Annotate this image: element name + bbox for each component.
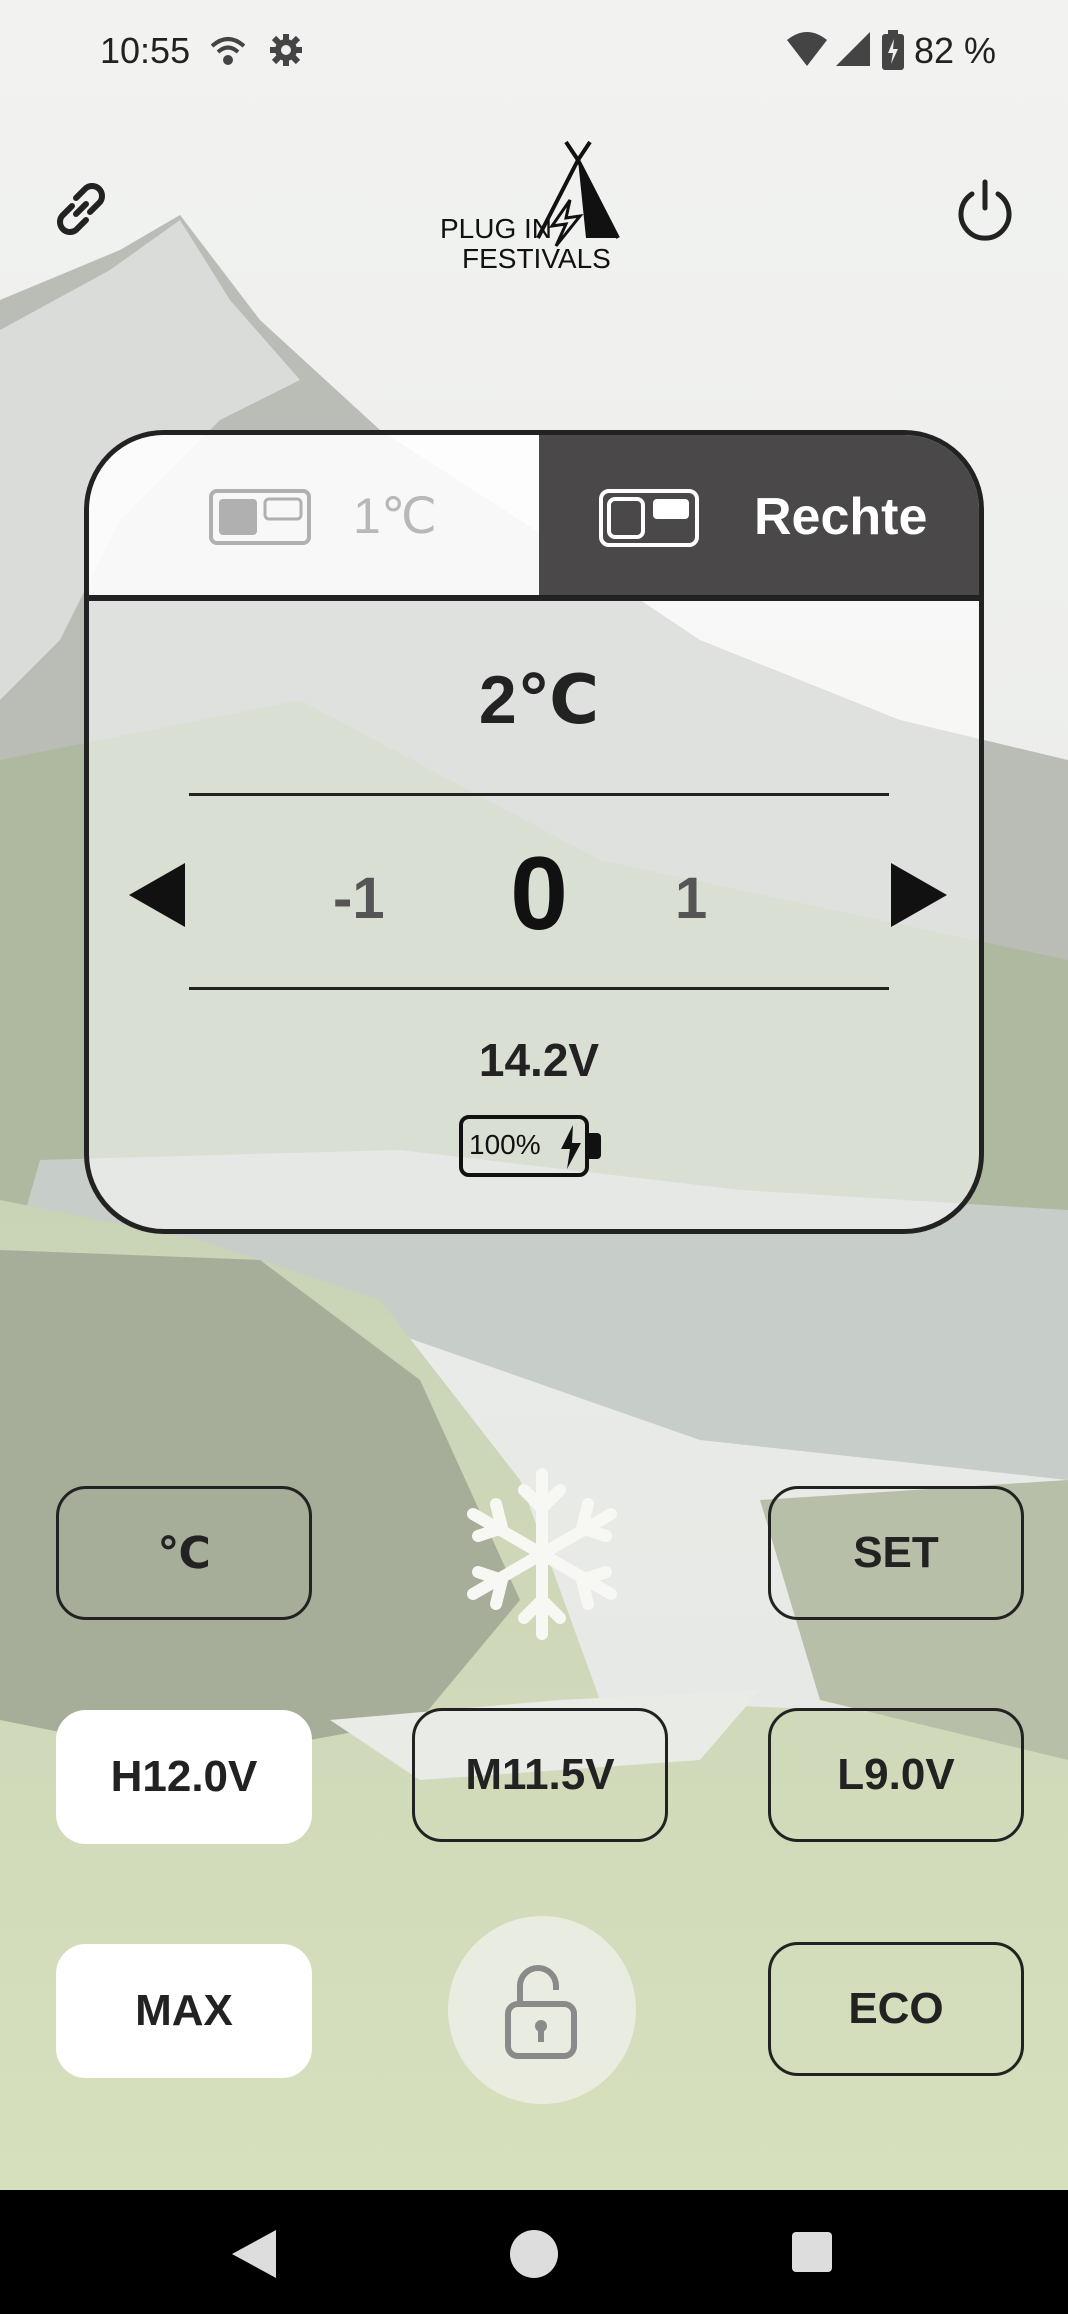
- voltage-medium-button[interactable]: M11.5V: [412, 1708, 668, 1842]
- lock-button[interactable]: [448, 1916, 636, 2104]
- right-compartment-icon: [599, 489, 699, 552]
- back-icon[interactable]: [232, 2230, 276, 2283]
- picker-top-line: [189, 793, 889, 796]
- eco-button[interactable]: ECO: [768, 1942, 1024, 2076]
- target-temperature: 2℃: [478, 662, 600, 738]
- home-icon[interactable]: [508, 2228, 560, 2285]
- voltage-high-button[interactable]: H12.0V: [56, 1710, 312, 1844]
- left-compartment-icon: [209, 489, 311, 550]
- picker-next-value: 1: [675, 866, 708, 931]
- voltage-low-button[interactable]: L9.0V: [768, 1708, 1024, 1842]
- wifi-icon: [786, 30, 828, 73]
- system-nav-bar: [0, 2190, 1068, 2314]
- status-battery-percent: 82 %: [914, 30, 997, 71]
- tab-right-label: Rechte: [754, 488, 928, 546]
- compartment-panel: 1℃ Rechte 2℃ -1 0 1 14.2V 100%: [84, 430, 984, 1234]
- recents-icon[interactable]: [792, 2232, 832, 2277]
- cell-signal-icon: [834, 30, 870, 73]
- logo-line1: PLUG IN: [440, 213, 552, 244]
- battery-indicator-nub: [589, 1133, 601, 1159]
- battery-charging-icon: [882, 30, 904, 75]
- unit-button[interactable]: ℃: [56, 1486, 312, 1620]
- power-icon[interactable]: [952, 178, 1018, 249]
- plug-in-festivals-logo: PLUG IN FESTIVALS: [436, 138, 632, 274]
- tab-left-compartment[interactable]: [89, 435, 539, 595]
- unlock-icon: [502, 1960, 582, 2065]
- tab-divider: [89, 595, 979, 601]
- max-button[interactable]: MAX: [56, 1944, 312, 2078]
- battery-percent: 100%: [469, 1129, 541, 1160]
- status-bar: 10:55 82 %: [0, 0, 1068, 110]
- link-icon[interactable]: [50, 178, 112, 245]
- arrow-right-icon[interactable]: [891, 863, 947, 932]
- tab-left-temp: 1℃: [353, 488, 437, 544]
- set-button[interactable]: SET: [768, 1486, 1024, 1620]
- settings-icon: [266, 30, 306, 75]
- picker-current-value: 0: [510, 836, 568, 952]
- voltage-readout: 14.2V: [478, 1034, 600, 1086]
- status-time: 10:55: [100, 30, 191, 71]
- snowflake-icon: [454, 1466, 630, 1642]
- charging-bolt-icon: [559, 1125, 583, 1174]
- wifi-calling-icon: [208, 30, 248, 75]
- picker-bottom-line: [189, 987, 889, 990]
- logo-line2: FESTIVALS: [462, 243, 611, 274]
